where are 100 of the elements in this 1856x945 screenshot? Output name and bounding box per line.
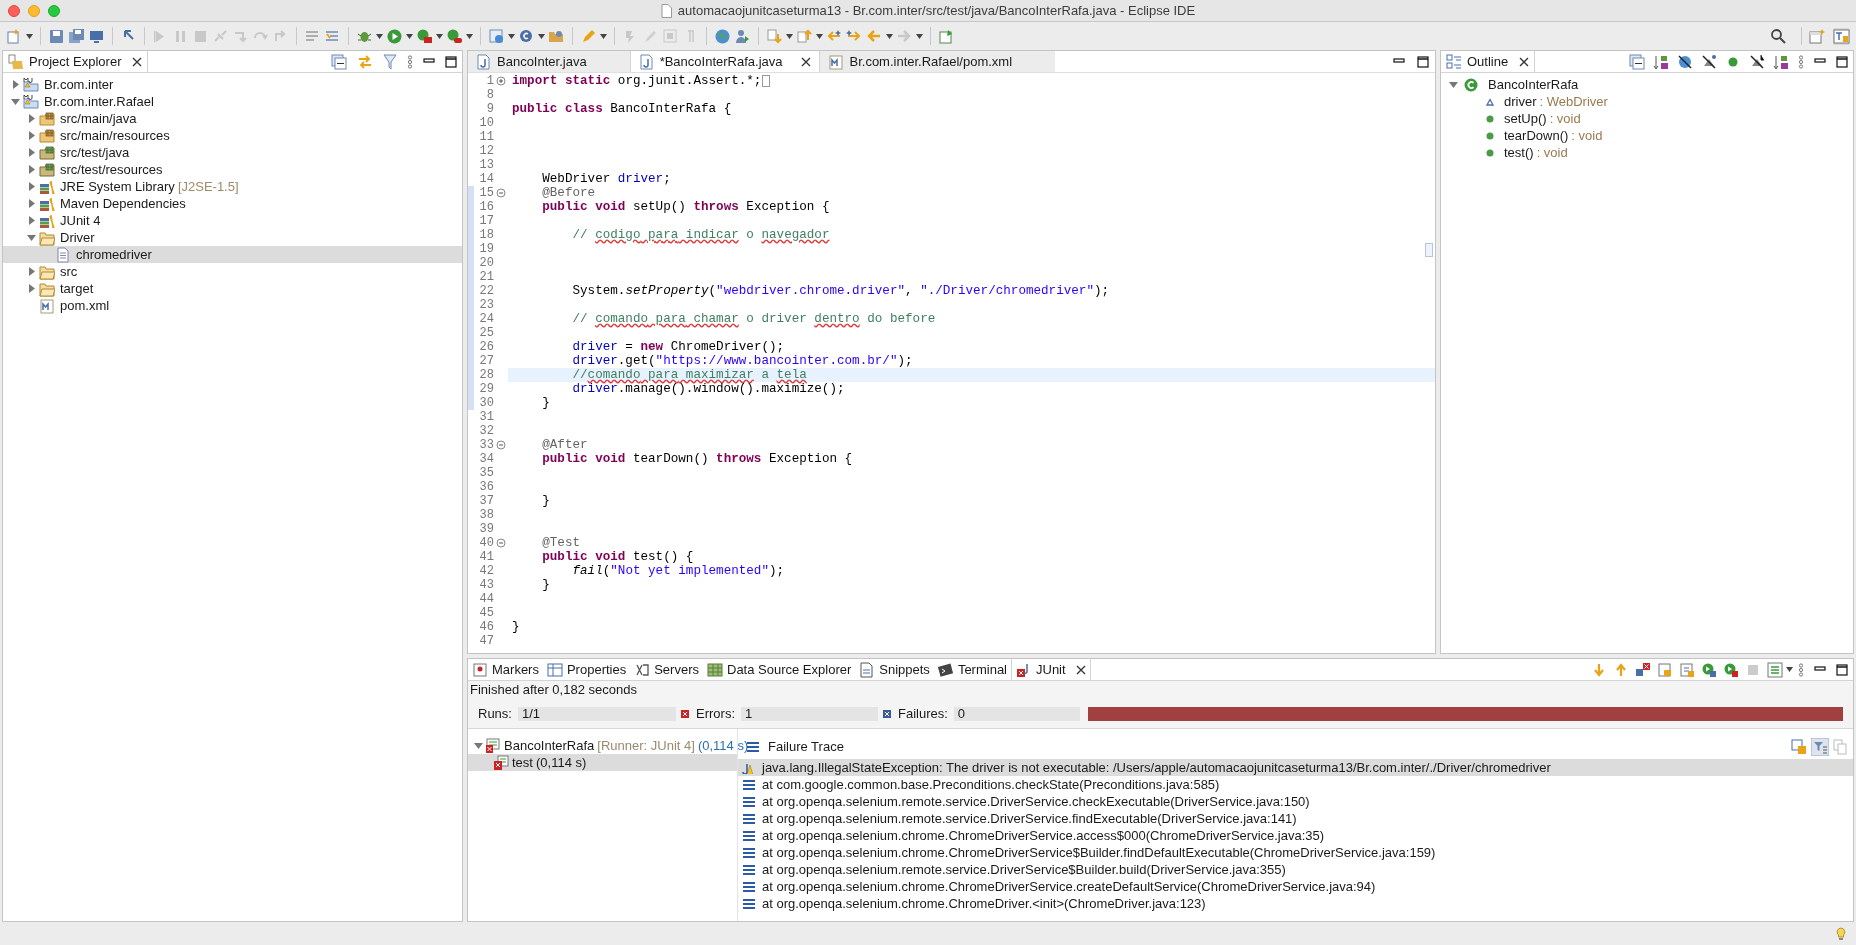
fold-collapse-icon[interactable] [496,188,506,198]
collapse-arrow-icon[interactable] [474,741,483,750]
collapse-arrow-icon[interactable] [11,97,20,106]
new-class-icon[interactable] [518,27,535,45]
dropdown-caret-icon[interactable] [406,33,413,39]
panel-tab[interactable]: Properties [542,659,631,680]
code-line: public void tearDown() throws Exception { [541,452,853,466]
dropdown-caret-icon[interactable] [508,33,515,39]
show-failures-icon[interactable] [1635,661,1651,678]
editor-tab[interactable]: Br.com.inter.Rafael/pom.xml [820,51,1056,72]
editor-tab[interactable]: BancoInter.java [468,51,630,72]
save-icon[interactable] [48,27,65,45]
panel-tab[interactable]: Servers [630,659,703,680]
run-icon[interactable] [386,27,403,45]
pin-editor-icon[interactable] [938,27,955,45]
close-icon[interactable] [132,56,143,67]
view-menu-icon[interactable] [407,54,413,69]
expand-arrow-icon[interactable] [11,80,20,89]
line-number: 1 [485,74,494,88]
history-icon[interactable] [1679,661,1695,678]
dropdown-caret-icon[interactable] [1786,667,1793,672]
search-icon[interactable] [1770,28,1786,44]
sort-icon[interactable] [1773,53,1789,70]
person-icon[interactable] [734,27,751,45]
triangle-icon [1486,97,1494,106]
maximize-icon[interactable] [1836,55,1848,68]
rerun-failed-icon[interactable] [1723,661,1739,678]
view-menu-icon[interactable] [1798,54,1804,69]
properties-icon [546,661,563,678]
dropdown-caret-icon[interactable] [376,33,383,39]
compare-icon[interactable] [1791,739,1807,755]
dropdown-caret-icon[interactable] [600,33,607,39]
close-window-icon[interactable] [8,5,20,17]
dropdown-caret-icon[interactable] [886,33,893,39]
dropdown-caret-icon[interactable] [816,33,823,39]
close-icon[interactable] [1519,56,1530,67]
next-failure-icon[interactable] [1591,661,1607,678]
panel-tab[interactable]: Snippets [855,659,934,680]
line-number: 16 [468,200,494,214]
globe-icon[interactable] [714,27,731,45]
hide-fields-icon[interactable] [1677,53,1693,70]
expand-arrow-icon[interactable] [27,114,36,123]
dropdown-caret-icon[interactable] [916,33,923,39]
filter-trace-icon[interactable] [1811,738,1829,756]
fold-collapse-icon[interactable] [496,538,506,548]
hide-local-icon[interactable] [1749,53,1765,70]
close-icon[interactable] [1075,664,1086,675]
text-file-icon [55,246,71,263]
maximize-icon[interactable] [1417,55,1429,68]
expand-arrow-icon[interactable] [27,199,36,208]
hide-static-icon[interactable] [1701,53,1717,70]
collapse-arrow-icon[interactable] [1449,80,1458,89]
line-number: 18 [468,228,494,242]
zoom-window-icon[interactable] [48,5,60,17]
scroll-lock-icon[interactable] [1657,661,1673,678]
collapse-all-icon[interactable] [1629,53,1645,70]
dropdown-caret-icon[interactable] [466,33,473,39]
expand-arrow-icon[interactable] [27,267,36,276]
panel-tab[interactable]: JUnit [1011,659,1091,680]
open-perspective-icon[interactable] [1809,27,1826,45]
fold-expand-icon[interactable] [496,76,506,86]
panel-tab[interactable]: Markers [468,659,543,680]
collapse-arrow-icon[interactable] [27,233,36,242]
line-number: 34 [478,452,494,466]
editor-tab[interactable]: *BancoInterRafa.java [629,51,821,72]
expand-arrow-icon[interactable] [27,284,36,293]
coverage-icon[interactable] [416,27,433,45]
expand-arrow-icon[interactable] [27,165,36,174]
dropdown-caret-icon[interactable] [538,33,545,39]
line-number: 33 [478,438,494,452]
folded-code-marker[interactable] [762,75,771,87]
java-perspective-icon[interactable] [1833,27,1850,45]
external-tools-icon[interactable] [446,27,463,45]
expand-arrow-icon[interactable] [27,148,36,157]
document-icon [660,3,672,18]
previous-failure-icon[interactable] [1613,661,1629,678]
save-all-icon[interactable] [68,27,85,45]
collapse-all-icon[interactable] [331,53,347,70]
rerun-icon[interactable] [1701,661,1717,678]
panel-tab[interactable]: Terminal [933,659,1011,680]
maximize-icon[interactable] [445,55,457,68]
lightbulb-icon[interactable] [1836,926,1846,941]
stack-lines-icon [742,863,756,876]
dropdown-caret-icon[interactable] [436,33,443,39]
dropdown-caret-icon[interactable] [786,33,793,39]
fold-collapse-icon[interactable] [496,440,506,450]
code-line: System.setProperty("webdriver.chrome.driver", "./Driver/chromedriver"); [571,284,1110,298]
close-icon[interactable] [801,56,812,67]
view-menu-icon[interactable] [1798,662,1804,677]
line-number: 26 [468,340,494,354]
sort-icon[interactable] [1653,53,1669,70]
link-arrows-icon[interactable] [357,53,373,70]
test-time: (0,114 s) [535,753,587,772]
dropdown-caret-icon[interactable] [26,33,33,39]
filter-icon[interactable] [383,53,397,70]
maximize-icon[interactable] [1836,663,1848,676]
panel-tab[interactable]: Data Source Explorer [703,659,856,680]
expand-arrow-icon[interactable] [27,131,36,140]
expand-arrow-icon[interactable] [27,182,36,191]
expand-arrow-icon[interactable] [27,216,36,225]
